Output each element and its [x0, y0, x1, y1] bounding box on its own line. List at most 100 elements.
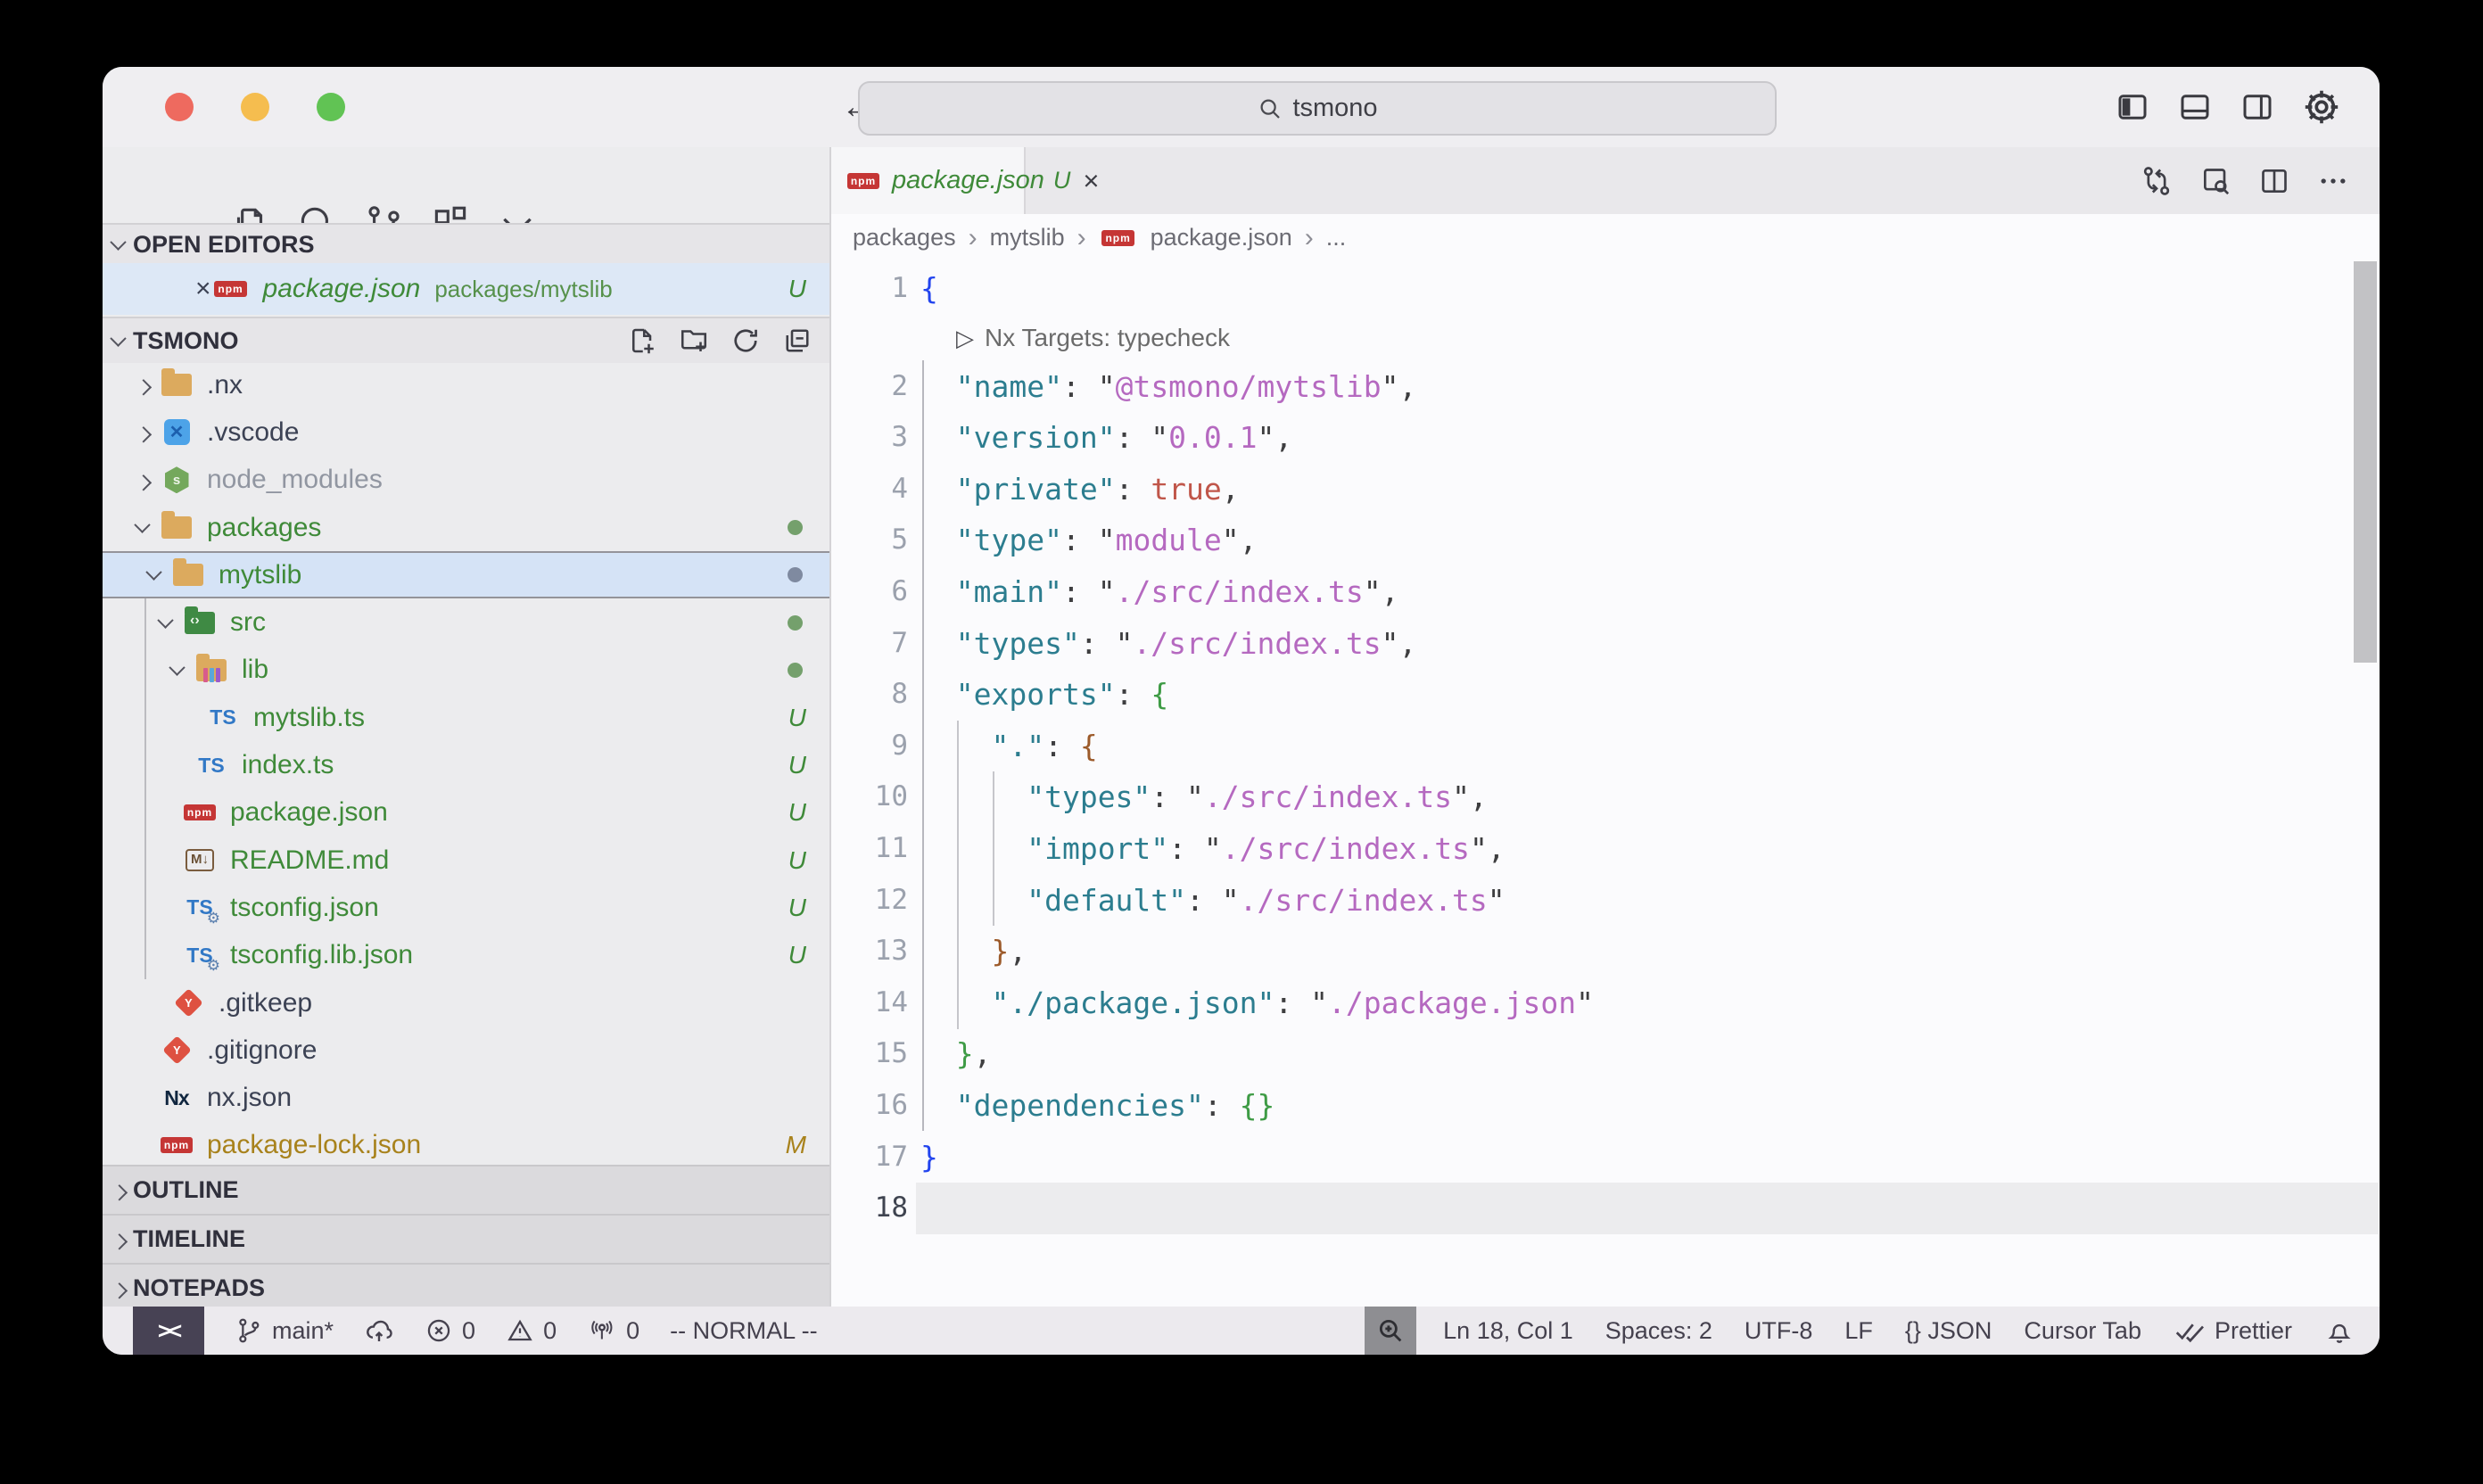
tree-item-.nx[interactable]: .nx [103, 361, 829, 408]
sidebar: OPEN EDITORS × npm package.json packages… [103, 147, 829, 1307]
layout-sidebar-right-icon[interactable] [2239, 88, 2276, 126]
refresh-icon[interactable] [730, 325, 762, 357]
collapse-all-icon[interactable] [781, 325, 813, 357]
status-item-cursor-tab[interactable]: Cursor Tab [2024, 1317, 2141, 1345]
tree-item-.gitkeep[interactable]: Y.gitkeep [103, 979, 829, 1026]
command-center-search[interactable]: tsmono [858, 81, 1777, 136]
close-icon[interactable]: × [1083, 165, 1099, 197]
code-line-10[interactable]: "types": "./src/index.ts", [920, 771, 1594, 823]
tree-item-src[interactable]: src [103, 598, 829, 646]
more-actions-icon[interactable] [2315, 163, 2351, 199]
code-line-11[interactable]: "import": "./src/index.ts", [920, 823, 1594, 875]
tree-item-label: node_modules [207, 465, 383, 495]
code-line-4[interactable]: "private": true, [920, 464, 1594, 515]
modified-dot-badge [788, 520, 803, 535]
code-line-17[interactable]: } [920, 1132, 1594, 1183]
tree-item-lib[interactable]: lib [103, 647, 829, 694]
layout-panel-icon[interactable] [2176, 88, 2214, 126]
chevron-right-icon[interactable] [127, 466, 157, 493]
chevron-down-icon[interactable] [127, 515, 157, 541]
tree-item-package.json[interactable]: npmpackage.jsonU [103, 789, 829, 837]
section-notepads[interactable]: NOTEPADS [103, 1263, 829, 1312]
tree-item-label: .gitkeep [219, 988, 312, 1018]
scrollbar[interactable] [2354, 261, 2377, 663]
zoom-window-button[interactable] [317, 93, 345, 121]
tree-item-tsconfig.lib.json[interactable]: ⚙tsconfig.lib.jsonU [103, 932, 829, 979]
tree-item-.vscode[interactable]: ✕.vscode [103, 408, 829, 456]
code-line-6[interactable]: "main": "./src/index.ts", [920, 566, 1594, 618]
tree-item-node_modules[interactable]: snode_modules [103, 457, 829, 504]
code-line-15[interactable]: }, [920, 1028, 1594, 1080]
file-tree: .nx✕.vscodesnode_modulespackagesmytslibs… [103, 361, 829, 1169]
status-item--json[interactable]: {} JSON [1905, 1317, 1992, 1345]
open-preview-icon[interactable] [2198, 163, 2233, 199]
layout-sidebar-left-icon[interactable] [2114, 88, 2151, 126]
cloud-upload-status-item[interactable] [364, 1315, 394, 1346]
chevron-down-icon[interactable] [161, 656, 192, 683]
folder-lib-icon [192, 652, 231, 688]
tab-package-json[interactable]: npm package.json U × [831, 147, 1026, 214]
status-item-lf[interactable]: LF [1844, 1317, 1873, 1345]
tree-item-nx.json[interactable]: nx.json [103, 1074, 829, 1121]
tree-item-index.ts[interactable]: index.tsU [103, 741, 829, 788]
code-line-13[interactable]: }, [920, 926, 1594, 977]
compare-changes-icon[interactable] [2139, 163, 2174, 199]
warning-status-item[interactable]: 0 [506, 1316, 557, 1345]
tree-item-mytslib[interactable]: mytslib [103, 551, 829, 598]
folder-icon [157, 367, 196, 403]
code-line-16[interactable]: "dependencies": {} [920, 1080, 1594, 1132]
tree-item-label: README.md [230, 845, 389, 876]
code-line-12[interactable]: "default": "./src/index.ts" [920, 875, 1594, 927]
status-item-spaces-2[interactable]: Spaces: 2 [1605, 1317, 1712, 1345]
code-line-8[interactable]: "exports": { [920, 669, 1594, 721]
section-timeline[interactable]: TIMELINE [103, 1214, 829, 1263]
tree-item-package-lock.json[interactable]: npmpackage-lock.jsonM [103, 1122, 829, 1169]
close-window-button[interactable] [165, 93, 194, 121]
new-file-icon[interactable] [626, 325, 658, 357]
code-line-1[interactable]: { [920, 263, 1594, 315]
remote-indicator[interactable]: >< [133, 1307, 204, 1355]
close-icon[interactable]: × [195, 274, 211, 304]
status-item-ln-18-col-1[interactable]: Ln 18, Col 1 [1443, 1317, 1573, 1345]
breadcrumb-item[interactable]: mytslib [990, 224, 1065, 251]
status-item--normal-[interactable]: -- NORMAL -- [670, 1317, 817, 1345]
codelens-nx-targets[interactable]: ▷Nx Targets: typecheck [920, 315, 1594, 361]
error-icon [425, 1316, 453, 1345]
status-item-utf-8[interactable]: UTF-8 [1745, 1317, 1813, 1345]
tree-item-packages[interactable]: packages [103, 504, 829, 551]
code-line-18[interactable] [920, 1183, 1594, 1234]
breadcrumb-item[interactable]: packages [853, 224, 956, 251]
code-line-2[interactable]: "name": "@tsmono/mytslib", [920, 361, 1594, 413]
chevron-right-icon[interactable] [127, 419, 157, 446]
tree-item-.gitignore[interactable]: Y.gitignore [103, 1026, 829, 1074]
double-check-status-item[interactable]: Prettier [2174, 1315, 2292, 1347]
tree-item-README.md[interactable]: M↓README.mdU [103, 837, 829, 884]
broadcast-status-item[interactable]: 0 [587, 1315, 639, 1346]
code-line-9[interactable]: ".": { [920, 721, 1594, 772]
error-status-item[interactable]: 0 [425, 1316, 475, 1345]
breadcrumb-item[interactable]: ... [1326, 224, 1347, 251]
minimize-window-button[interactable] [241, 93, 269, 121]
chevron-right-icon[interactable] [127, 372, 157, 399]
chevron-down-icon[interactable] [138, 562, 169, 589]
code-line-7[interactable]: "types": "./src/index.ts", [920, 618, 1594, 670]
gear-icon[interactable] [2301, 87, 2342, 128]
tree-item-mytslib.ts[interactable]: mytslib.tsU [103, 694, 829, 741]
zoom-indicator[interactable] [1365, 1307, 1416, 1355]
branch-status-item[interactable]: main* [235, 1316, 334, 1345]
chevron-down-icon[interactable] [150, 609, 180, 636]
explorer-header[interactable]: TSMONO [103, 317, 829, 363]
section-outline[interactable]: OUTLINE [103, 1165, 829, 1214]
new-folder-icon[interactable] [678, 325, 710, 357]
code-line-5[interactable]: "type": "module", [920, 515, 1594, 566]
code-line-14[interactable]: "./package.json": "./package.json" [920, 977, 1594, 1029]
open-editors-header[interactable]: OPEN EDITORS [103, 223, 829, 265]
code-editor[interactable]: 123456789101112131415161718 {▷Nx Targets… [831, 261, 2380, 1307]
open-editor-item[interactable]: × npm package.json packages/mytslib U [103, 263, 829, 315]
breadcrumb-item[interactable]: package.json [1151, 224, 1292, 251]
split-editor-icon[interactable] [2256, 163, 2292, 199]
tree-item-tsconfig.json[interactable]: ⚙tsconfig.jsonU [103, 884, 829, 931]
code-line-3[interactable]: "version": "0.0.1", [920, 412, 1594, 464]
bell-status-item[interactable] [2324, 1315, 2355, 1346]
git-status-badge: U [788, 941, 806, 969]
